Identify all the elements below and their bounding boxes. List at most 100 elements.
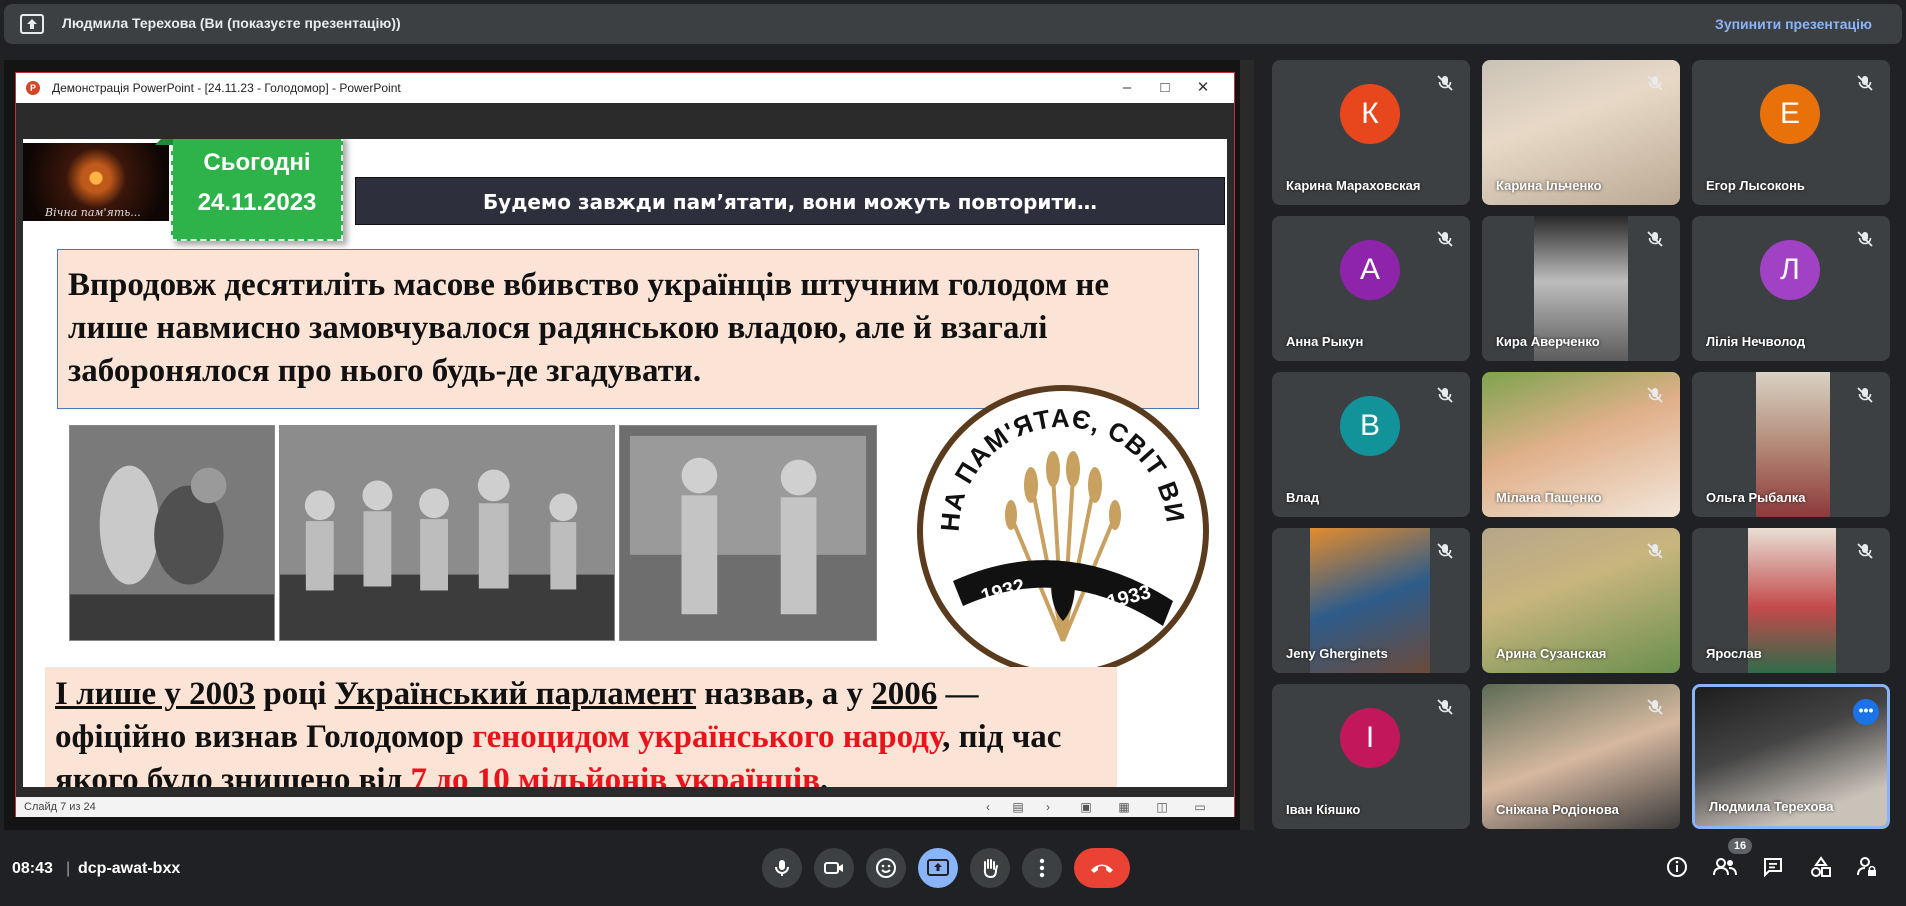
host-controls-button[interactable]	[1852, 852, 1882, 882]
p2-part-e: 2006	[871, 676, 938, 712]
historical-photo-1	[69, 425, 275, 641]
stage-edge	[1240, 60, 1254, 830]
mic-off-icon	[1437, 75, 1453, 91]
emoji-button[interactable]	[866, 848, 906, 888]
chat-icon	[1764, 858, 1782, 878]
participant-name: Егор Лысоконь	[1706, 178, 1805, 193]
camera-button[interactable]	[814, 848, 854, 888]
participant-tile[interactable]: Е Егор Лысоконь	[1692, 60, 1890, 205]
participant-tile[interactable]: ••• Людмила Терехова	[1692, 684, 1890, 829]
clock-time: 08:43	[12, 860, 53, 877]
participant-tile[interactable]: Арина Сузанская	[1482, 528, 1680, 673]
participant-tile[interactable]: Карина Ільченко	[1482, 60, 1680, 205]
people-button[interactable]	[1710, 852, 1740, 882]
avatar: І	[1340, 708, 1400, 768]
close-icon[interactable]: ✕	[1190, 77, 1216, 99]
present-now-button[interactable]	[918, 848, 958, 888]
mic-off-icon	[1647, 387, 1663, 403]
minimize-icon[interactable]: –	[1114, 77, 1140, 99]
bottom-bar: 08:43 | dcp-awat-bxx 16	[0, 836, 1906, 906]
more-options-button[interactable]	[1022, 848, 1062, 888]
mic-off-icon	[1647, 699, 1663, 715]
participant-name: Карина Ільченко	[1496, 178, 1602, 193]
more-options-icon[interactable]: •••	[1853, 699, 1879, 725]
participant-tile[interactable]: Ярослав	[1692, 528, 1890, 673]
slide: Вічна пам'ять... Сьогодні 24.11.2023 Буд…	[23, 139, 1227, 787]
info-icon	[1667, 857, 1687, 877]
mic-off-icon	[1437, 387, 1453, 403]
powerpoint-logo-icon: P	[26, 81, 40, 95]
mic-off-icon	[1437, 543, 1453, 559]
slide-banner: Будемо завжди пам’ятати, вони можуть пов…	[355, 177, 1225, 225]
p2-part-i: 7 до 10 мільйонів українців	[410, 762, 820, 787]
ppt-window-title: Демонстрація PowerPoint - [24.11.23 - Го…	[52, 81, 401, 95]
slide-paragraph-2: І лише у 2003 році Український парламент…	[45, 667, 1117, 787]
p2-part-b: році	[255, 676, 335, 712]
presenter-title: Людмила Терехова (Ви (показуєте презента…	[62, 15, 401, 31]
candle-image: Вічна пам'ять...	[23, 143, 169, 221]
microphone-icon	[775, 860, 789, 876]
chat-button[interactable]	[1758, 852, 1788, 882]
camera-icon	[824, 862, 843, 874]
stop-presenting-button[interactable]: Зупинити презентацію	[1715, 16, 1872, 32]
mic-off-icon	[1857, 231, 1873, 247]
participant-tile[interactable]: Ольга Рыбалка	[1692, 372, 1890, 517]
mic-off-icon	[1647, 75, 1663, 91]
raise-hand-button[interactable]	[970, 848, 1010, 888]
mic-off-icon	[1857, 387, 1873, 403]
participant-tile[interactable]: А Анна Рыкун	[1272, 216, 1470, 361]
normal-view-icon[interactable]: ▣	[1076, 799, 1096, 815]
meeting-details-button[interactable]	[1662, 852, 1692, 882]
emoji-icon	[876, 858, 896, 878]
today-box-corner	[155, 139, 173, 145]
present-icon	[927, 859, 949, 876]
p2-part-c: Український парламент	[334, 676, 697, 712]
p2-part-j: .	[819, 762, 829, 787]
participant-name: Карина Мараховская	[1286, 178, 1421, 193]
people-icon	[1713, 858, 1737, 876]
historical-photo-2	[279, 425, 615, 641]
slide-menu-icon[interactable]: ▤	[1008, 799, 1028, 815]
ppt-titlebar: P Демонстрація PowerPoint - [24.11.23 - …	[16, 73, 1234, 103]
participant-tile[interactable]: В Влад	[1272, 372, 1470, 517]
today-label: Сьогодні	[203, 149, 311, 176]
p2-part-d: назвав, а у	[696, 676, 872, 712]
participant-tile[interactable]: І Іван Кіяшко	[1272, 684, 1470, 829]
ppt-statusbar: Слайд 7 из 24 ‹ ▤ › ▣ ▦ ◫ ▭	[16, 797, 1234, 817]
leave-call-button[interactable]	[1074, 848, 1130, 888]
mic-off-icon	[1437, 231, 1453, 247]
participant-tile[interactable]: Сніжана Родіонова	[1482, 684, 1680, 829]
prev-slide-icon[interactable]: ‹	[978, 799, 998, 815]
slide-sorter-icon[interactable]: ▦	[1114, 799, 1134, 815]
next-slide-icon[interactable]: ›	[1038, 799, 1058, 815]
avatar: Л	[1760, 240, 1820, 300]
lock-person-icon	[1857, 857, 1876, 876]
avatar: К	[1340, 84, 1400, 144]
maximize-icon[interactable]: □	[1152, 77, 1178, 99]
today-date: 24.11.2023	[197, 189, 317, 216]
microphone-button[interactable]	[762, 848, 802, 888]
p2-part-g: геноцидом українського народу	[472, 719, 943, 755]
participant-tile[interactable]: Л Лілія Нечволод	[1692, 216, 1890, 361]
mic-off-icon	[1437, 699, 1453, 715]
participant-name: Кира Аверченко	[1496, 334, 1600, 349]
participant-name: Jeny Gherginets	[1286, 646, 1388, 661]
participant-tile[interactable]: Jeny Gherginets	[1272, 528, 1470, 673]
participant-name: Ярослав	[1706, 646, 1762, 661]
mic-off-icon	[1647, 543, 1663, 559]
participant-tile[interactable]: К Карина Мараховская	[1272, 60, 1470, 205]
slideshow-icon[interactable]: ▭	[1190, 799, 1210, 815]
participant-name: Анна Рыкун	[1286, 334, 1364, 349]
participant-tile[interactable]: Кира Аверченко	[1482, 216, 1680, 361]
mic-off-icon	[1857, 75, 1873, 91]
mic-off-icon	[1857, 543, 1873, 559]
slide-top-band	[16, 103, 1234, 139]
activities-icon	[1811, 856, 1831, 877]
participant-tile[interactable]: Мілана Пащенко	[1482, 372, 1680, 517]
avatar: В	[1340, 396, 1400, 456]
activities-button[interactable]	[1806, 852, 1836, 882]
hang-up-icon	[1091, 864, 1113, 873]
mic-off-icon	[1647, 231, 1663, 247]
reading-view-icon[interactable]: ◫	[1152, 799, 1172, 815]
raise-hand-icon	[983, 859, 998, 879]
